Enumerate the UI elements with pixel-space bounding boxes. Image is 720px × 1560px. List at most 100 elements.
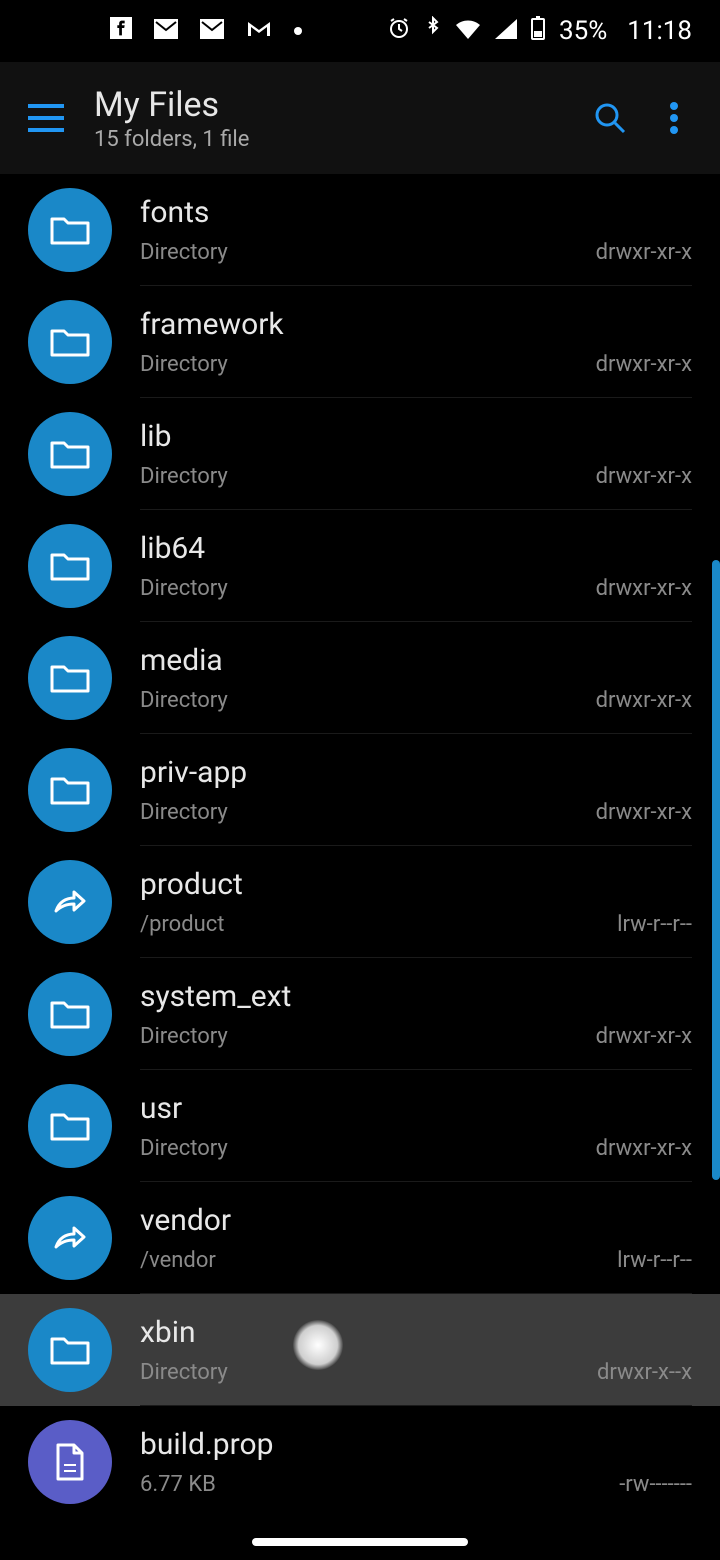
file-subtitle: /product <box>140 912 224 937</box>
file-row-text: usr Directorydrwxr-xr-x <box>140 1070 692 1182</box>
file-row[interactable]: lib Directorydrwxr-xr-x <box>0 398 720 510</box>
gesture-home-bar[interactable] <box>252 1538 468 1546</box>
wifi-icon <box>455 16 481 46</box>
file-name: xbin <box>140 1315 692 1350</box>
file-row-text: priv-app Directory drwxr-xr-x <box>140 734 692 846</box>
file-name: product <box>140 867 692 902</box>
file-name: media <box>140 643 692 678</box>
folder-icon <box>28 1084 112 1168</box>
cellular-signal-icon <box>495 16 517 46</box>
app-header: My Files 15 folders, 1 file <box>0 62 720 174</box>
file-meta: Directory drwxr-xr-x <box>140 576 692 601</box>
file-meta: Directorydrwxr-xr-x <box>140 240 692 265</box>
file-meta: Directory drwxr-x--x <box>140 1360 692 1385</box>
file-subtitle: Directory <box>140 1024 228 1049</box>
file-name: framework <box>140 307 692 342</box>
file-meta: Directory drwxr-xr-x <box>140 688 692 713</box>
clock-time: 11:18 <box>627 16 692 46</box>
file-row-text: fonts Directorydrwxr-xr-x <box>140 174 692 286</box>
file-meta: Directorydrwxr-xr-x <box>140 352 692 377</box>
file-row-text: xbin Directory drwxr-x--x <box>140 1294 692 1406</box>
file-permissions: drwxr-x--x <box>597 1360 692 1385</box>
file-name: usr <box>140 1091 692 1126</box>
file-permissions: drwxr-xr-x <box>596 1024 692 1049</box>
file-row[interactable]: usr Directorydrwxr-xr-x <box>0 1070 720 1182</box>
folder-icon <box>28 1308 112 1392</box>
file-subtitle: Directory <box>140 1360 228 1385</box>
file-meta: Directorydrwxr-xr-x <box>140 1136 692 1161</box>
file-list[interactable]: fontsDirectorydrwxr-xr-xframeworkDirecto… <box>0 174 720 1518</box>
file-row-text: vendor/vendorlrw-r--r-- <box>140 1182 692 1294</box>
file-name: priv-app <box>140 755 692 790</box>
file-subtitle: 6.77 KB <box>140 1472 216 1497</box>
file-permissions: lrw-r--r-- <box>617 1248 692 1273</box>
file-row-text: lib64 Directory drwxr-xr-x <box>140 510 692 622</box>
page-subtitle: 15 folders, 1 file <box>94 127 578 152</box>
file-name: fonts <box>140 195 692 230</box>
file-row-text: system_ext Directory drwxr-xr-x <box>140 958 692 1070</box>
status-system-icons: 35% 11:18 <box>387 16 692 47</box>
header-title-block: My Files 15 folders, 1 file <box>94 85 578 152</box>
folder-icon <box>28 412 112 496</box>
file-name: build.prop <box>140 1427 692 1462</box>
file-row-text: lib Directorydrwxr-xr-x <box>140 398 692 510</box>
file-subtitle: Directory <box>140 352 228 377</box>
folder-icon <box>28 636 112 720</box>
mail-icon <box>200 16 224 46</box>
file-permissions: -rw------- <box>619 1472 692 1497</box>
file-row[interactable]: xbin Directory drwxr-x--x <box>0 1294 720 1406</box>
link-icon <box>28 860 112 944</box>
file-subtitle: Directory <box>140 576 228 601</box>
file-subtitle: /vendor <box>140 1248 216 1273</box>
file-meta: 6.77 KB -rw------- <box>140 1472 692 1497</box>
file-row[interactable]: fonts Directorydrwxr-xr-x <box>0 174 720 286</box>
facebook-icon <box>110 16 132 46</box>
file-row[interactable]: vendor/vendorlrw-r--r-- <box>0 1182 720 1294</box>
file-permissions: drwxr-xr-x <box>596 800 692 825</box>
file-meta: /vendor lrw-r--r-- <box>140 1248 692 1273</box>
hamburger-menu-button[interactable] <box>14 86 78 150</box>
file-subtitle: Directory <box>140 1136 228 1161</box>
file-permissions: lrw-r--r-- <box>617 912 692 937</box>
status-notification-icons <box>110 16 302 46</box>
folder-icon <box>28 188 112 272</box>
status-bar: 35% 11:18 <box>0 0 720 62</box>
file-meta: Directorydrwxr-xr-x <box>140 464 692 489</box>
bluetooth-icon <box>425 16 441 47</box>
more-options-button[interactable] <box>642 86 706 150</box>
folder-icon <box>28 972 112 1056</box>
file-name: lib <box>140 419 692 454</box>
battery-percentage: 35% <box>559 16 607 46</box>
file-row-text: framework Directorydrwxr-xr-x <box>140 286 692 398</box>
file-meta: /product lrw-r--r-- <box>140 912 692 937</box>
alarm-icon <box>387 16 411 47</box>
file-subtitle: Directory <box>140 688 228 713</box>
link-icon <box>28 1196 112 1280</box>
search-button[interactable] <box>578 86 642 150</box>
file-row[interactable]: lib64 Directory drwxr-xr-x <box>0 510 720 622</box>
folder-icon <box>28 748 112 832</box>
gmail-icon <box>246 16 272 46</box>
folder-icon <box>28 300 112 384</box>
file-row[interactable]: framework Directorydrwxr-xr-x <box>0 286 720 398</box>
file-permissions: drwxr-xr-x <box>596 240 692 265</box>
file-row-text: media Directory drwxr-xr-x <box>140 622 692 734</box>
file-row-text: build.prop 6.77 KB -rw------- <box>140 1406 692 1518</box>
file-row[interactable]: build.prop 6.77 KB -rw------- <box>0 1406 720 1518</box>
scrollbar-indicator[interactable] <box>712 560 720 1180</box>
mail-icon <box>154 16 178 46</box>
file-name: system_ext <box>140 979 692 1014</box>
file-row[interactable]: priv-app Directory drwxr-xr-x <box>0 734 720 846</box>
file-permissions: drwxr-xr-x <box>596 688 692 713</box>
battery-icon <box>531 16 545 47</box>
file-name: lib64 <box>140 531 692 566</box>
file-meta: Directory drwxr-xr-x <box>140 1024 692 1049</box>
file-row[interactable]: media Directory drwxr-xr-x <box>0 622 720 734</box>
more-notifications-dot <box>294 27 302 35</box>
file-row[interactable]: system_ext Directory drwxr-xr-x <box>0 958 720 1070</box>
file-row-text: product/product lrw-r--r-- <box>140 846 692 958</box>
file-subtitle: Directory <box>140 800 228 825</box>
file-permissions: drwxr-xr-x <box>596 576 692 601</box>
file-row[interactable]: product/product lrw-r--r-- <box>0 846 720 958</box>
page-title: My Files <box>94 85 578 125</box>
